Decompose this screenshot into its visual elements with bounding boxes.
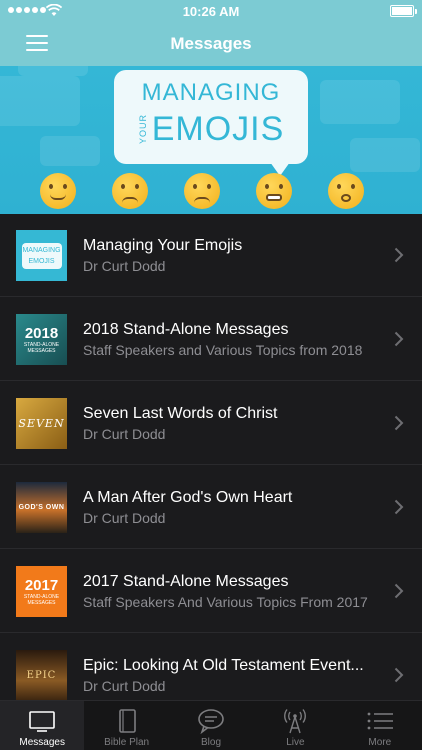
series-thumbnail: EPIC xyxy=(16,650,67,700)
series-thumbnail-subtext: STAND-ALONE MESSAGES xyxy=(23,593,60,606)
chat-bubble-icon xyxy=(198,709,224,734)
series-thumbnail-text: SEVEN xyxy=(18,417,65,430)
series-thumbnail: 2018 STAND-ALONE MESSAGES xyxy=(16,314,67,365)
message-subtitle: Dr Curt Dodd xyxy=(83,426,166,442)
worried-emoji-icon xyxy=(328,173,364,209)
message-row[interactable]: EPIC Epic: Looking At Old Testament Even… xyxy=(0,634,422,700)
tab-live[interactable]: Live xyxy=(253,701,337,750)
tab-label: Blog xyxy=(201,737,222,748)
chevron-right-icon xyxy=(394,583,404,599)
series-thumbnail: SEVEN xyxy=(16,398,67,449)
navigation-bar: Messages xyxy=(0,22,422,66)
series-thumbnail-text: MANAGING EMOJIS xyxy=(21,242,62,269)
message-subtitle: Staff Speakers and Various Topics from 2… xyxy=(83,342,363,358)
message-row[interactable]: 2017 STAND-ALONE MESSAGES 2017 Stand-Alo… xyxy=(0,550,422,633)
banner-bubble-decoration xyxy=(18,66,88,76)
chevron-right-icon xyxy=(394,499,404,515)
series-logo-your: YOUR xyxy=(137,113,148,144)
message-title: Managing Your Emojis xyxy=(83,237,243,254)
chevron-right-icon xyxy=(394,247,404,263)
status-bar: 10:26 AM xyxy=(0,0,422,22)
message-title: Epic: Looking At Old Testament Event... xyxy=(83,657,364,674)
message-title: 2018 Stand-Alone Messages xyxy=(83,321,289,338)
chevron-right-icon xyxy=(394,415,404,431)
list-icon xyxy=(367,712,393,730)
message-row[interactable]: 2018 STAND-ALONE MESSAGES 2018 Stand-Alo… xyxy=(0,298,422,381)
message-subtitle: Staff Speakers And Various Topics From 2… xyxy=(83,594,368,610)
message-row[interactable]: MANAGING EMOJIS Managing Your Emojis Dr … xyxy=(0,214,422,297)
message-subtitle: Dr Curt Dodd xyxy=(83,258,166,274)
banner-bubble-decoration xyxy=(320,80,400,124)
sad-emoji-icon xyxy=(184,173,220,209)
message-row[interactable]: GOD'S OWN A Man After God's Own Heart Dr… xyxy=(0,466,422,549)
series-logo-line2: EMOJIS xyxy=(151,110,285,148)
chevron-right-icon xyxy=(394,331,404,347)
series-thumbnail: 2017 STAND-ALONE MESSAGES xyxy=(16,566,67,617)
banner-bubble-decoration xyxy=(350,138,420,172)
smiling-emoji-icon xyxy=(40,173,76,209)
banner-bubble-decoration xyxy=(40,136,100,166)
message-title: Seven Last Words of Christ xyxy=(83,405,278,422)
battery-icon xyxy=(390,5,417,17)
series-thumbnail-subtext: STAND-ALONE MESSAGES xyxy=(23,341,60,354)
message-series-list: MANAGING EMOJIS Managing Your Emojis Dr … xyxy=(0,214,422,700)
tab-bar: Messages Bible Plan Blog Live More xyxy=(0,700,422,750)
series-thumbnail: GOD'S OWN xyxy=(16,482,67,533)
tab-more[interactable]: More xyxy=(338,701,422,750)
tab-label: Messages xyxy=(19,737,65,748)
message-row[interactable]: SEVEN Seven Last Words of Christ Dr Curt… xyxy=(0,382,422,465)
tab-blog[interactable]: Blog xyxy=(169,701,253,750)
series-thumbnail-text: EPIC xyxy=(26,670,57,681)
tab-messages[interactable]: Messages xyxy=(0,701,85,750)
series-logo-line1: MANAGING xyxy=(141,79,281,106)
tab-bible-plan[interactable]: Bible Plan xyxy=(84,701,168,750)
status-time: 10:26 AM xyxy=(182,4,240,19)
tv-icon xyxy=(29,711,56,732)
series-thumbnail-text: 2018 xyxy=(24,324,59,342)
message-subtitle: Dr Curt Dodd xyxy=(83,510,166,526)
unamused-emoji-icon xyxy=(112,173,148,209)
book-icon xyxy=(118,709,136,733)
series-thumbnail-text: GOD'S OWN xyxy=(18,504,65,511)
broadcast-tower-icon xyxy=(284,709,307,734)
featured-series-banner[interactable]: MANAGING YOUR EMOJIS xyxy=(0,66,422,214)
page-title: Messages xyxy=(170,34,252,53)
chevron-right-icon xyxy=(394,667,404,683)
message-subtitle: Dr Curt Dodd xyxy=(83,678,166,694)
banner-bubble-decoration xyxy=(0,76,80,126)
tab-label: Bible Plan xyxy=(104,737,150,748)
tab-label: Live xyxy=(286,737,305,748)
message-title: A Man After God's Own Heart xyxy=(83,489,293,506)
series-logo: MANAGING YOUR EMOJIS xyxy=(114,70,308,176)
tab-label: More xyxy=(368,737,392,748)
series-thumbnail: MANAGING EMOJIS xyxy=(16,230,67,281)
grimacing-emoji-icon xyxy=(256,173,292,209)
series-thumbnail-text: 2017 xyxy=(24,576,59,594)
message-title: 2017 Stand-Alone Messages xyxy=(83,573,289,590)
